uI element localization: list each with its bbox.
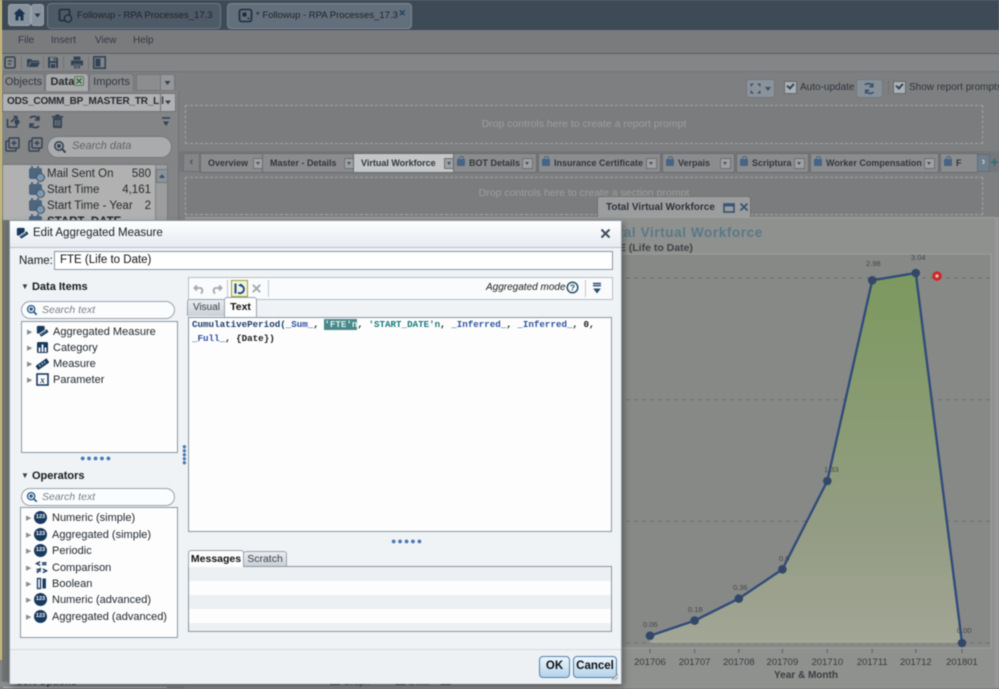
svg-text:?: ? (570, 282, 575, 292)
svg-text:x: x (39, 375, 45, 385)
